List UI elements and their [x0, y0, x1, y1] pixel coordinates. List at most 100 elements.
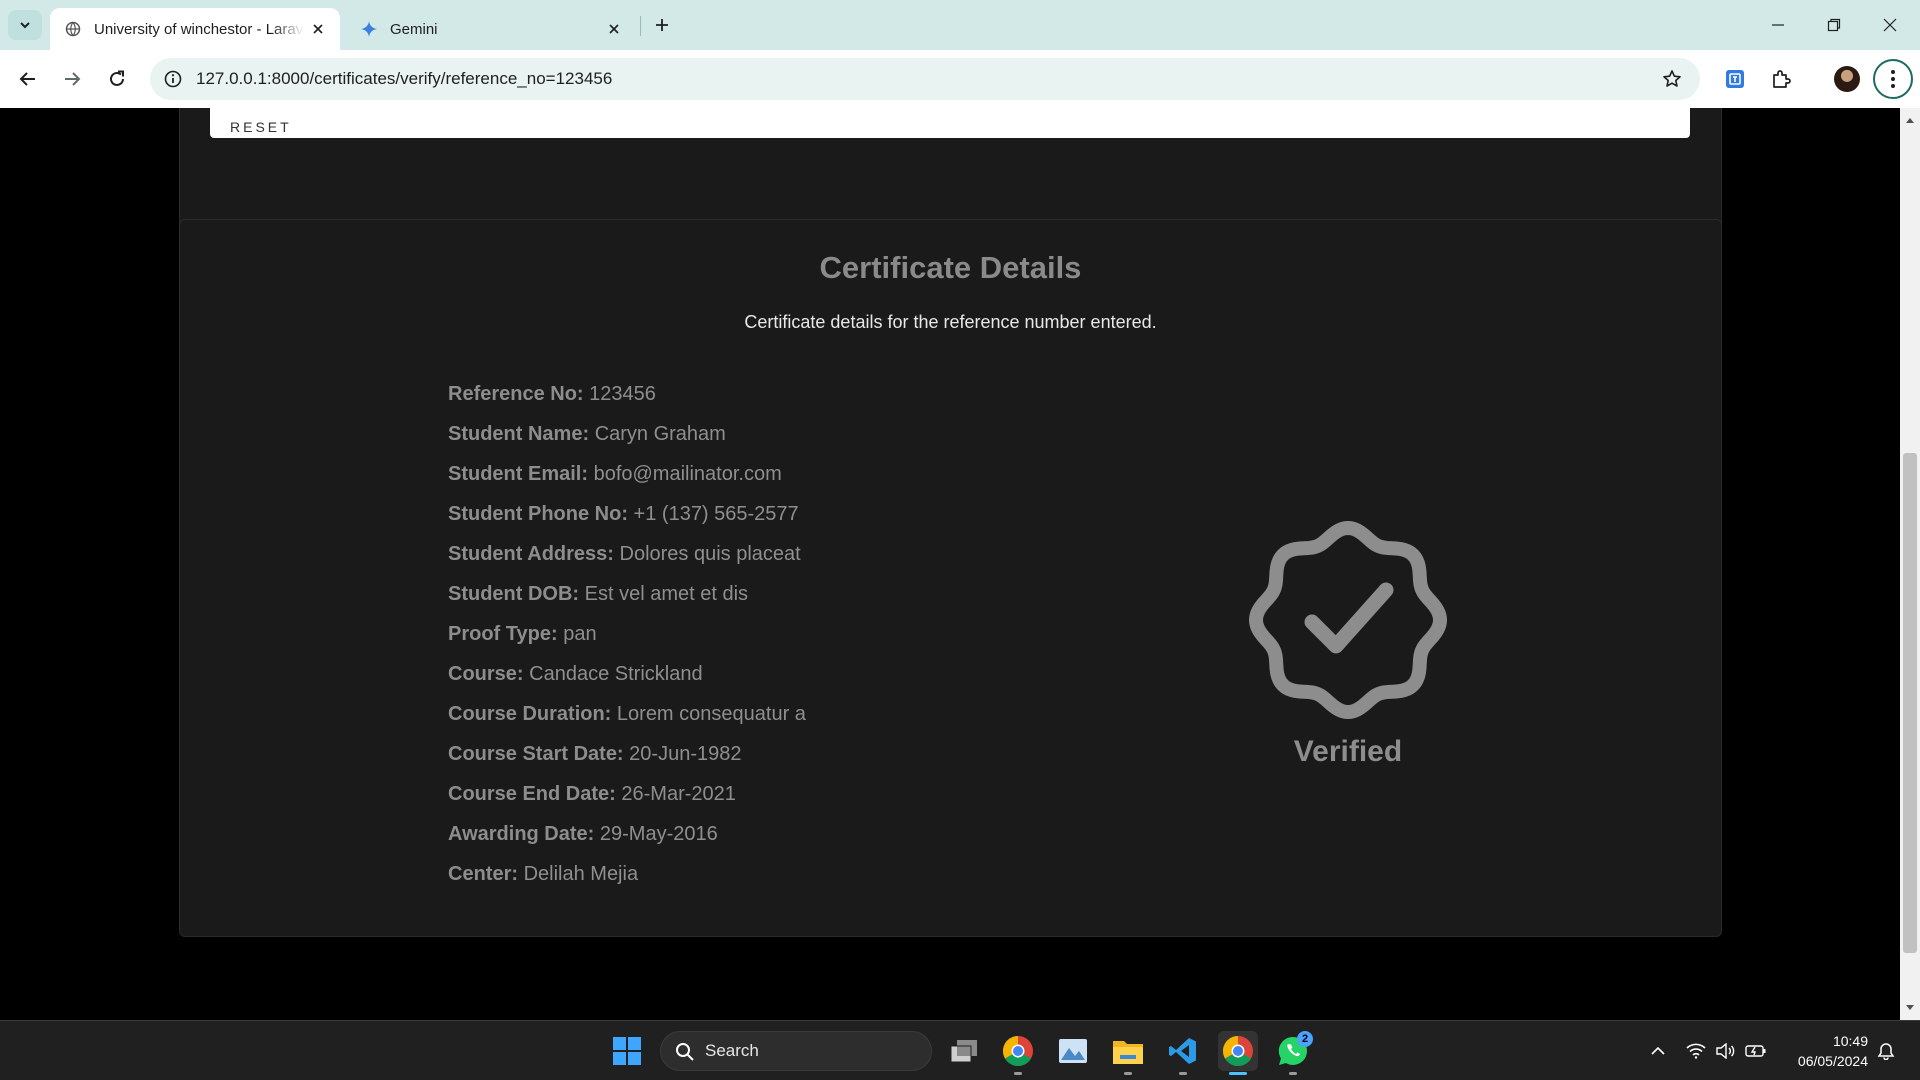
scrollbar-thumb[interactable]: [1903, 453, 1917, 953]
browser-tab-bar: University of winchestor - Larav Gemini: [0, 0, 1920, 50]
photos-app[interactable]: [1053, 1031, 1093, 1071]
vscode-icon: [1169, 1038, 1196, 1064]
field-course-end-date: Course End Date: 26-Mar-2021: [448, 774, 806, 814]
scroll-up-icon[interactable]: [1904, 114, 1916, 126]
taskbar-search[interactable]: Search: [660, 1031, 932, 1071]
search-icon: [676, 1043, 694, 1061]
chrome-icon: [1222, 1036, 1253, 1067]
scroll-down-icon[interactable]: [1904, 1002, 1916, 1014]
running-indicator: [1124, 1072, 1132, 1075]
profile-avatar[interactable]: [1834, 66, 1860, 92]
field-value: Dolores quis placeat: [619, 543, 801, 565]
tab-separator: [640, 16, 641, 36]
close-window-button[interactable]: [1862, 0, 1918, 50]
windows-taskbar: Search 2 10:49 06/05/2024: [0, 1020, 1920, 1080]
notification-badge: 2: [1297, 1031, 1313, 1047]
address-bar[interactable]: 127.0.0.1:8000/certificates/verify/refer…: [150, 58, 1700, 100]
search-label: Search: [705, 1041, 759, 1060]
field-label: Course Start Date:: [448, 743, 624, 765]
vscode-app[interactable]: [1163, 1031, 1203, 1075]
reload-button[interactable]: [101, 63, 133, 95]
back-button[interactable]: [12, 63, 44, 95]
field-course-duration: Course Duration: Lorem consequatur a: [448, 694, 806, 734]
wifi-icon[interactable]: [1684, 1039, 1708, 1063]
card-subtitle: Certificate details for the reference nu…: [744, 312, 1157, 332]
gemini-icon: [360, 20, 378, 38]
field-label: Reference No:: [448, 383, 584, 405]
field-label: Student Email:: [448, 463, 589, 485]
bookmark-star-icon[interactable]: [1660, 67, 1684, 91]
tab-search-dropdown[interactable]: [8, 10, 42, 40]
extensions-puzzle-icon[interactable]: [1766, 64, 1796, 94]
translate-extension-icon[interactable]: [1720, 64, 1750, 94]
chrome-app-2[interactable]: [1218, 1031, 1258, 1075]
clock-time: 10:49: [1832, 1033, 1868, 1049]
minimize-icon: [1772, 24, 1784, 26]
field-value: Caryn Graham: [594, 423, 726, 445]
field-student-phone: Student Phone No: +1 (137) 565-2577: [448, 494, 806, 534]
task-view-icon: [950, 1040, 977, 1063]
windows-logo-icon: [613, 1037, 641, 1065]
field-student-dob: Student DOB: Est vel amet et dis: [448, 574, 806, 614]
field-center: Center: Delilah Mejia: [448, 854, 806, 894]
reload-icon: [110, 70, 124, 86]
field-student-email: Student Email: bofo@mailinator.com: [448, 454, 806, 494]
tab-university[interactable]: University of winchestor - Larav: [50, 8, 340, 50]
running-indicator: [1179, 1072, 1187, 1075]
field-student-name: Student Name: Caryn Graham: [448, 414, 806, 454]
field-label: Proof Type:: [448, 623, 558, 645]
field-label: Course End Date:: [448, 783, 616, 805]
minimize-button[interactable]: [1750, 0, 1806, 50]
tab-title: University of winchestor - Larav: [94, 20, 304, 38]
task-view-button[interactable]: [944, 1031, 984, 1071]
new-tab-button[interactable]: [648, 11, 676, 39]
browser-toolbar: 127.0.0.1:8000/certificates/verify/refer…: [0, 50, 1920, 108]
restore-button[interactable]: [1806, 0, 1862, 50]
field-course-start-date: Course Start Date: 20-Jun-1982: [448, 734, 806, 774]
tab-title: Gemini: [390, 20, 438, 38]
start-button[interactable]: [607, 1031, 647, 1071]
url-text[interactable]: 127.0.0.1:8000/certificates/verify/refer…: [196, 69, 612, 89]
forward-button[interactable]: [56, 63, 88, 95]
close-icon: [1883, 18, 1897, 32]
field-value: +1 (137) 565-2577: [633, 503, 799, 525]
clock-date: 06/05/2024: [1797, 1053, 1868, 1069]
tab-gemini[interactable]: Gemini: [346, 8, 636, 50]
volume-icon[interactable]: [1714, 1039, 1738, 1063]
close-icon[interactable]: [304, 15, 332, 43]
field-value: 26-Mar-2021: [621, 783, 736, 805]
field-reference-no: Reference No: 123456: [448, 374, 806, 414]
field-label: Awarding Date:: [448, 823, 595, 845]
verified-status: Verified: [1293, 735, 1403, 768]
certificate-details-card: Certificate Details Certificate details …: [179, 219, 1722, 937]
site-info-icon[interactable]: [160, 66, 186, 92]
field-student-address: Student Address: Dolores quis placeat: [448, 534, 806, 574]
field-proof-type: Proof Type: pan: [448, 614, 806, 654]
active-indicator: [1229, 1072, 1247, 1075]
field-label: Course Duration:: [448, 703, 612, 725]
page-scrollbar[interactable]: [1900, 108, 1920, 1020]
close-icon[interactable]: [600, 15, 628, 43]
field-value: Lorem consequatur a: [616, 703, 806, 725]
reset-button[interactable]: RESET: [210, 108, 1690, 138]
file-explorer-app[interactable]: [1108, 1031, 1148, 1075]
browser-menu-button[interactable]: [1873, 59, 1913, 99]
system-clock[interactable]: 10:49 06/05/2024: [1780, 1031, 1868, 1071]
whatsapp-app[interactable]: 2: [1273, 1031, 1313, 1075]
field-course: Course: Candace Strickland: [448, 654, 806, 694]
field-awarding-date: Awarding Date: 29-May-2016: [448, 814, 806, 854]
field-label: Course:: [448, 663, 524, 685]
chrome-app-1[interactable]: [998, 1031, 1038, 1075]
notification-bell-icon[interactable]: [1874, 1039, 1898, 1063]
running-indicator: [1014, 1072, 1022, 1075]
globe-icon: [64, 20, 82, 38]
card-title: Certificate Details: [819, 250, 1082, 285]
chevron-down-icon: [20, 22, 30, 29]
arrow-right-icon: [65, 72, 81, 86]
certificate-field-list: Reference No: 123456 Student Name: Caryn…: [448, 374, 806, 894]
restore-icon: [1827, 18, 1841, 32]
running-indicator: [1289, 1072, 1297, 1075]
chevron-up-icon[interactable]: [1646, 1039, 1670, 1063]
battery-icon[interactable]: [1744, 1039, 1768, 1063]
plus-icon: [656, 19, 668, 31]
